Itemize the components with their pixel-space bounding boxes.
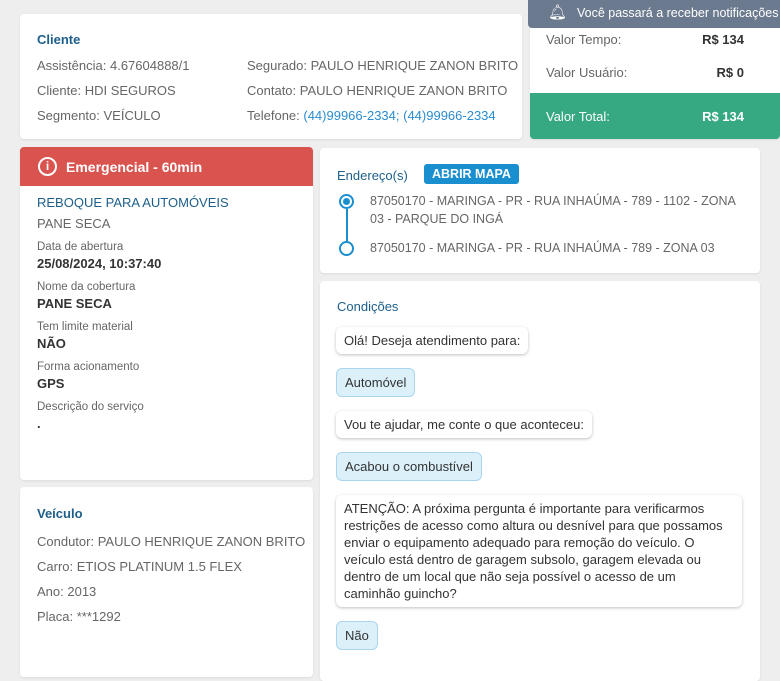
telefone-link[interactable]: (44)99966-2334; (44)99966-2334	[303, 108, 495, 123]
segurado: Segurado: PAULO HENRIQUE ZANON BRITO	[247, 58, 519, 73]
address-card: Endereço(s) ABRIR MAPA 87050170 - MARING…	[320, 148, 760, 273]
field-value: NÃO	[37, 336, 66, 351]
field-label: Descrição do serviço	[37, 401, 144, 413]
service-name: REBOQUE PARA AUTOMÓVEIS	[37, 195, 229, 210]
service-field: Data de abertura 25/08/2024, 10:37:40	[37, 241, 296, 271]
placa: Placa: ***1292	[37, 609, 121, 624]
valor-total-bar: Valor Total: R$ 134	[530, 93, 780, 139]
service-field: Tem limite material NÃO	[37, 321, 296, 351]
vehicle-title: Veículo	[37, 506, 83, 521]
client-title: Cliente	[37, 32, 81, 47]
address-title: Endereço(s)	[337, 168, 408, 183]
client-card: Cliente Assistência: 4.67604888/1 Client…	[20, 14, 522, 139]
valor-total: R$ 134	[702, 109, 744, 124]
service-field: Descrição do serviço.	[37, 401, 296, 431]
telefone: Telefone: (44)99966-2334; (44)99966-2334	[247, 108, 496, 123]
field-value: 25/08/2024, 10:37:40	[37, 256, 162, 271]
open-map-button[interactable]: ABRIR MAPA	[424, 164, 519, 184]
field-value: .	[37, 416, 41, 431]
chat-message-bot: Olá! Deseja atendimento para:	[336, 327, 529, 354]
info-icon: i	[38, 157, 57, 176]
contato: Contato: PAULO HENRIQUE ZANON BRITO	[247, 83, 508, 98]
cliente-name: Cliente: HDI SEGUROS	[37, 83, 176, 98]
bell-icon: 🔔︎	[548, 4, 568, 21]
carro: Carro: ETIOS PLATINUM 1.5 FLEX	[37, 559, 242, 574]
urgency-badge: i Emergencial - 60min	[20, 147, 313, 186]
valor-tempo: R$ 134	[702, 32, 744, 47]
field-label: Data de abertura	[37, 241, 124, 253]
chat-message-user: Não	[336, 621, 378, 650]
conditions-card: Condições Olá! Deseja atendimento para: A…	[320, 281, 760, 681]
condutor: Condutor: PAULO HENRIQUE ZANON BRITO	[37, 534, 306, 549]
field-value: PANE SECA	[37, 296, 112, 311]
destination-address: 87050170 - MARINGA - PR - RUA INHAÚMA - …	[370, 241, 715, 255]
chat-message-user: Automóvel	[336, 368, 416, 397]
destination-marker-icon	[339, 241, 354, 256]
valor-tempo-label: Valor Tempo:	[546, 32, 622, 47]
valor-usuario: R$ 0	[716, 65, 744, 80]
field-label: Tem limite material	[37, 321, 133, 333]
service-card: i Emergencial - 60min REBOQUE PARA AUTOM…	[20, 147, 313, 480]
notification-toast[interactable]: 🔔︎ Você passará a receber notificações c…	[528, 0, 780, 28]
valor-usuario-label: Valor Usuário:	[546, 65, 628, 80]
service-field: Nome da cobertura PANE SECA	[37, 281, 296, 311]
field-label: Nome da cobertura	[37, 281, 136, 293]
urgency-text: Emergencial - 60min	[66, 159, 203, 175]
field-value: GPS	[37, 376, 65, 391]
service-subtitle: PANE SECA	[37, 216, 111, 231]
service-field: Forma acionamento GPS	[37, 361, 296, 391]
route-line	[346, 209, 348, 241]
telefone-label: Telefone:	[247, 108, 304, 123]
chat-message-bot: ATENÇÃO: A próxima pergunta é importante…	[336, 495, 742, 607]
notification-text: Você passará a receber notificações cas	[577, 6, 780, 20]
origin-marker-icon	[339, 194, 354, 209]
vehicle-card: Veículo Condutor: PAULO HENRIQUE ZANON B…	[20, 487, 313, 677]
valor-total-label: Valor Total:	[546, 109, 610, 124]
segmento: Segmento: VEÍCULO	[37, 108, 161, 123]
assistencia: Assistência: 4.67604888/1	[37, 58, 190, 73]
field-label: Forma acionamento	[37, 361, 140, 373]
conditions-title: Condições	[337, 299, 399, 314]
chat-message-user: Acabou o combustível	[336, 452, 482, 481]
chat-message-bot: Vou te ajudar, me conte o que aconteceu:	[336, 411, 592, 438]
origin-address: 87050170 - MARINGA - PR - RUA INHAÚMA - …	[370, 194, 736, 226]
ano: Ano: 2013	[37, 584, 97, 599]
